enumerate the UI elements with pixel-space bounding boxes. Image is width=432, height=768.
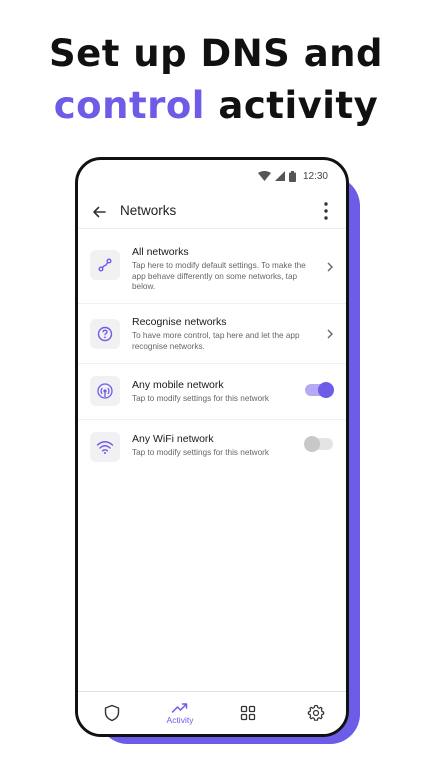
more-vert-icon[interactable] [322, 200, 330, 222]
wifi-network-toggle[interactable] [304, 436, 333, 452]
network-description: Tap to modify settings for this network [132, 394, 269, 403]
headline: Set up DNS and control activity [0, 28, 432, 132]
network-description: To have more control, tap here and let t… [132, 331, 300, 351]
toggle-knob [304, 436, 320, 452]
grid-icon [240, 705, 256, 721]
wifi-status-icon [257, 171, 271, 181]
network-title: Any mobile network [132, 379, 224, 391]
network-title: Recognise networks [132, 316, 227, 328]
signal-icon [274, 171, 285, 181]
status-time: 12:30 [302, 170, 328, 182]
network-row-wifi[interactable]: Any WiFi network Tap to modify settings … [78, 420, 346, 476]
chevron-right-icon [327, 329, 333, 339]
headline-accent: control [53, 84, 205, 127]
network-row-mobile[interactable]: Any mobile network Tap to modify setting… [78, 364, 346, 420]
status-bar: 12:30 [257, 169, 328, 183]
network-description: Tap to modify settings for this network [132, 448, 269, 457]
nav-apps[interactable] [214, 692, 282, 734]
headline-rest: activity [204, 84, 379, 127]
wifi-icon [90, 432, 120, 462]
app-bar-divider [78, 228, 346, 229]
nav-protection[interactable] [78, 692, 146, 734]
back-arrow-icon[interactable] [90, 203, 108, 221]
mobile-network-toggle[interactable] [305, 382, 334, 398]
nav-activity-label: Activity [166, 714, 194, 725]
network-row-recognise[interactable]: Recognise networks To have more control,… [78, 304, 346, 364]
trending-up-icon [171, 702, 188, 713]
phone-frame: 12:30 Networks All networks Tap here to … [75, 157, 349, 737]
share-nodes-icon [90, 250, 120, 280]
nav-settings[interactable] [282, 692, 346, 734]
network-title: All networks [132, 246, 189, 258]
toggle-knob [318, 382, 334, 398]
network-row-all[interactable]: All networks Tap here to modify default … [78, 234, 346, 304]
chevron-right-icon [327, 262, 333, 272]
battery-icon [288, 170, 296, 182]
headline-line-2: control activity [0, 80, 432, 132]
app-bar: Networks [78, 194, 346, 230]
gear-icon [307, 704, 325, 721]
nav-activity[interactable]: Activity [146, 692, 214, 734]
headline-line-1: Set up DNS and [48, 32, 384, 75]
bottom-nav: Activity [78, 691, 346, 734]
shield-icon [104, 704, 120, 722]
cell-tower-icon [90, 376, 120, 406]
question-circle-icon [90, 319, 120, 349]
network-title: Any WiFi network [132, 433, 214, 445]
network-description: Tap here to modify default settings. To … [132, 261, 306, 291]
network-list: All networks Tap here to modify default … [78, 234, 346, 476]
page-title: Networks [120, 203, 177, 218]
